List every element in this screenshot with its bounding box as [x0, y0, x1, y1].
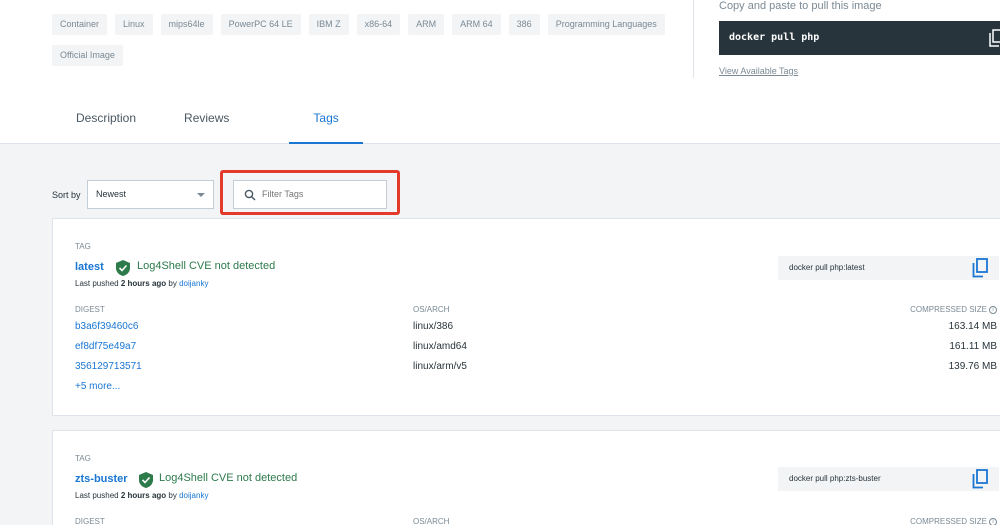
repo-header: Container Linux mips64le PowerPC 64 LE I…	[0, 0, 1000, 144]
pushed-time: 2 hours ago	[120, 279, 167, 288]
chip-official-image[interactable]: Official Image	[52, 45, 123, 66]
shield-check-icon	[116, 260, 130, 276]
view-available-tags-link[interactable]: View Available Tags	[719, 66, 798, 76]
digest-header: DIGEST	[75, 517, 105, 525]
tab-tags[interactable]: Tags	[289, 100, 363, 144]
tag-card-zts-buster: TAG zts-buster Log4Shell CVE not detecte…	[52, 430, 1000, 525]
compressed-size-label: COMPRESSED SIZE	[910, 305, 987, 314]
tag-pull-command-text: docker pull php:zts-buster	[789, 474, 881, 483]
sort-select[interactable]: Newest	[87, 180, 214, 209]
header-divider	[693, 0, 694, 78]
filter-tags-input[interactable]	[262, 189, 372, 199]
os-arch-header: OS/ARCH	[413, 305, 450, 314]
chip-ibmz[interactable]: IBM Z	[308, 14, 349, 35]
sort-label: Sort by	[52, 189, 81, 200]
size-value: 163.14 MB	[948, 321, 997, 332]
digest-link[interactable]: b3a6f39460c6	[75, 321, 138, 332]
os-arch-header: OS/ARCH	[413, 517, 450, 525]
os-arch-value: linux/amd64	[413, 341, 467, 352]
chip-arm[interactable]: ARM	[408, 14, 445, 35]
pushed-prefix: Last pushed	[75, 491, 119, 500]
filter-tags-field[interactable]	[233, 180, 387, 209]
category-chips: Container Linux mips64le PowerPC 64 LE I…	[52, 14, 692, 66]
copy-icon[interactable]	[972, 258, 988, 278]
pushed-by-user-link[interactable]: doijanky	[179, 491, 208, 500]
chip-powerpc[interactable]: PowerPC 64 LE	[220, 14, 301, 35]
digest-header: DIGEST	[75, 305, 105, 314]
more-digests-link[interactable]: +5 more...	[75, 381, 120, 392]
tag-name-link[interactable]: zts-buster	[75, 473, 128, 485]
copy-icon[interactable]	[972, 469, 988, 489]
tag-name-link[interactable]: latest	[75, 261, 104, 273]
tab-reviews[interactable]: Reviews	[160, 100, 253, 144]
chip-linux[interactable]: Linux	[115, 14, 153, 35]
tag-label: TAG	[75, 454, 91, 463]
os-arch-value: linux/arm/v5	[413, 361, 467, 372]
chip-container[interactable]: Container	[52, 14, 108, 35]
pushed-prefix: Last pushed	[75, 279, 119, 288]
compressed-size-header: COMPRESSED SIZE i	[910, 517, 997, 525]
pushed-time: 2 hours ago	[120, 491, 167, 500]
last-pushed-info: Last pushed 2 hours ago by doijanky	[75, 279, 208, 288]
pull-command-box[interactable]: docker pull php	[719, 21, 1000, 55]
size-value: 139.76 MB	[948, 361, 997, 372]
tag-label: TAG	[75, 242, 91, 251]
chevron-down-icon	[197, 193, 205, 197]
tag-pull-command-text: docker pull php:latest	[789, 263, 865, 272]
log4shell-status: Log4Shell CVE not detected	[137, 260, 276, 272]
pushed-by-word: by	[168, 279, 177, 288]
copy-icon[interactable]	[989, 29, 1000, 47]
shield-check-icon	[139, 472, 153, 488]
digest-link[interactable]: ef8df75e49a7	[75, 341, 136, 352]
size-value: 161.11 MB	[949, 341, 997, 352]
os-arch-value: linux/386	[413, 321, 454, 332]
tab-description[interactable]: Description	[52, 100, 160, 144]
chip-386[interactable]: 386	[508, 14, 540, 35]
sort-value: Newest	[96, 189, 127, 199]
chip-mips64le[interactable]: mips64le	[160, 14, 213, 35]
tag-pull-command[interactable]: docker pull php:zts-buster	[778, 467, 999, 491]
tab-bar: Description Reviews Tags	[52, 100, 399, 144]
sort-bar: Sort by Newest	[52, 180, 214, 209]
pushed-by-user-link[interactable]: doijanky	[179, 279, 208, 288]
log4shell-status: Log4Shell CVE not detected	[159, 472, 298, 484]
chip-arm64[interactable]: ARM 64	[452, 14, 501, 35]
pushed-by-word: by	[168, 491, 177, 500]
tag-pull-command[interactable]: docker pull php:latest	[778, 256, 999, 280]
info-icon[interactable]: i	[989, 305, 997, 314]
pull-command-text: docker pull php	[729, 32, 820, 43]
digest-link[interactable]: 356129713571	[75, 361, 142, 372]
last-pushed-info: Last pushed 2 hours ago by doijanky	[75, 491, 208, 500]
pull-hint: Copy and paste to pull this image	[719, 0, 882, 12]
search-icon	[244, 189, 256, 201]
tag-card-latest: TAG latest Log4Shell CVE not detected La…	[52, 218, 1000, 416]
chip-programming-languages[interactable]: Programming Languages	[547, 14, 665, 35]
compressed-size-header: COMPRESSED SIZE i	[910, 305, 997, 314]
compressed-size-label: COMPRESSED SIZE	[910, 517, 987, 525]
info-icon[interactable]: i	[989, 517, 997, 525]
chip-x86-64[interactable]: x86-64	[356, 14, 401, 35]
